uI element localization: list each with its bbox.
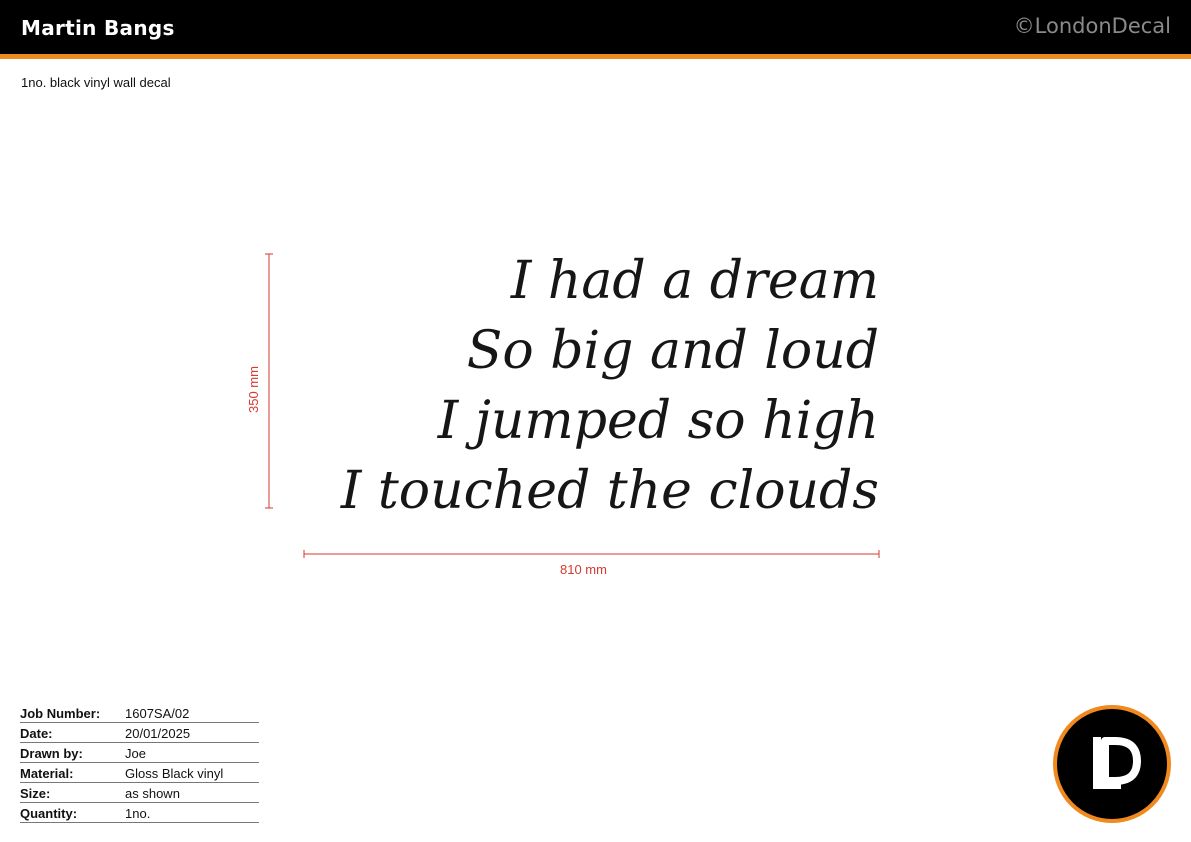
width-dimension-label: 810 mm bbox=[560, 562, 607, 577]
decal-line: I touched the clouds bbox=[340, 461, 879, 521]
table-row: Date: 20/01/2025 bbox=[20, 722, 259, 743]
decal-line: I jumped so high bbox=[437, 391, 879, 451]
header-accent-stripe bbox=[0, 54, 1191, 59]
table-row: Job Number: 1607SA/02 bbox=[20, 703, 259, 723]
spec-label: Size: bbox=[20, 782, 125, 803]
spec-label: Date: bbox=[20, 722, 125, 743]
client-name: Martin Bangs bbox=[21, 16, 175, 40]
table-row: Quantity: 1no. bbox=[20, 802, 259, 823]
title-block-table: Job Number: 1607SA/02 Date: 20/01/2025 D… bbox=[20, 703, 259, 823]
spec-label: Drawn by: bbox=[20, 742, 125, 763]
copyright-brand: ©LondonDecal bbox=[1013, 14, 1171, 38]
height-dimension-label: 350 mm bbox=[246, 366, 261, 413]
decal-artwork: I had a dream So big and loud I jumped s… bbox=[341, 246, 879, 526]
spec-value: as shown bbox=[125, 782, 259, 803]
spec-label: Material: bbox=[20, 762, 125, 783]
decal-line: So big and loud bbox=[466, 321, 879, 381]
spec-value: 20/01/2025 bbox=[125, 722, 259, 743]
drawing-description: 1no. black vinyl wall decal bbox=[21, 75, 171, 90]
londondecal-logo-icon bbox=[1053, 705, 1171, 823]
spec-value: Gloss Black vinyl bbox=[125, 762, 259, 783]
spec-value: 1no. bbox=[125, 802, 259, 823]
ld-monogram-icon bbox=[1093, 737, 1141, 789]
table-row: Material: Gloss Black vinyl bbox=[20, 762, 259, 783]
spec-value: 1607SA/02 bbox=[125, 703, 259, 723]
table-row: Size: as shown bbox=[20, 782, 259, 803]
spec-label: Job Number: bbox=[20, 703, 125, 723]
decal-line: I had a dream bbox=[510, 251, 879, 311]
table-row: Drawn by: Joe bbox=[20, 742, 259, 763]
spec-value: Joe bbox=[125, 742, 259, 763]
spec-label: Quantity: bbox=[20, 802, 125, 823]
header-bar bbox=[0, 0, 1191, 54]
